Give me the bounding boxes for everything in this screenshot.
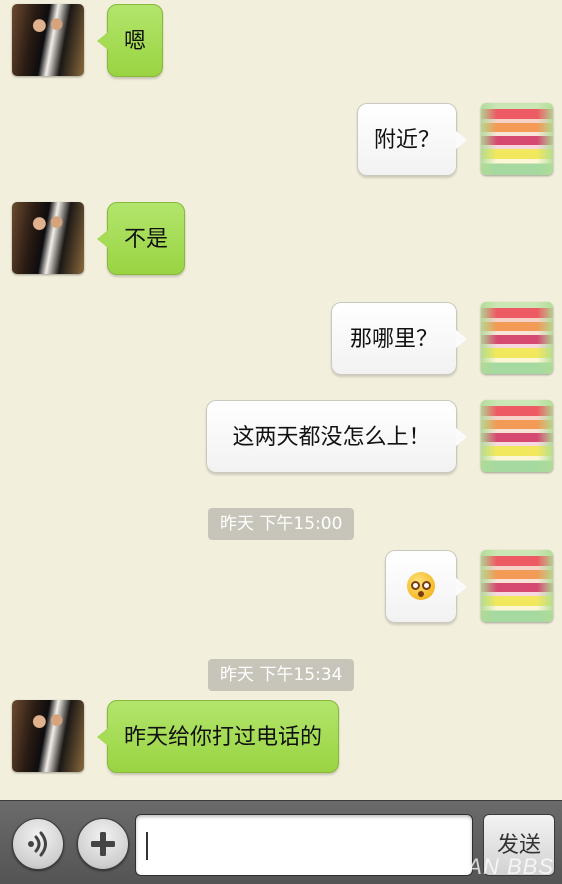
message-input[interactable] bbox=[135, 814, 473, 876]
message-text: 不是 bbox=[124, 227, 169, 252]
text-caret bbox=[146, 832, 148, 860]
voice-wave-icon bbox=[28, 831, 47, 857]
contact-avatar[interactable] bbox=[12, 700, 84, 772]
my-avatar[interactable] bbox=[481, 302, 553, 374]
received-message-bubble[interactable]: 昨天给你打过电话的 bbox=[96, 700, 340, 773]
contact-avatar[interactable] bbox=[12, 4, 84, 76]
send-button[interactable]: 发送 bbox=[483, 814, 555, 876]
timestamp-badge: 昨天 下午15:00 bbox=[208, 508, 355, 540]
chat-area[interactable]: 嗯 附近？ 不是 那哪里？ 这两天都没怎么上！ 昨天 下午15:00 昨天 下午… bbox=[0, 0, 562, 800]
sent-message-bubble[interactable] bbox=[385, 550, 467, 623]
surprised-face-emoji-icon bbox=[407, 572, 435, 600]
sent-message-bubble[interactable]: 那哪里？ bbox=[331, 302, 467, 375]
my-avatar[interactable] bbox=[481, 400, 553, 472]
timestamp-badge: 昨天 下午15:34 bbox=[208, 659, 355, 691]
add-attachment-button[interactable] bbox=[77, 818, 129, 870]
voice-mode-button[interactable] bbox=[12, 818, 64, 870]
input-toolbar: 发送 昆山论坛 KUNSHAN BBS bbox=[0, 800, 562, 884]
my-avatar[interactable] bbox=[481, 103, 553, 175]
my-avatar[interactable] bbox=[481, 550, 553, 622]
message-text: 那哪里？ bbox=[349, 327, 438, 352]
sent-message-bubble[interactable]: 附近？ bbox=[357, 103, 467, 176]
received-message-bubble[interactable]: 不是 bbox=[96, 202, 186, 275]
message-text: 嗯 bbox=[124, 29, 147, 54]
message-text: 附近？ bbox=[374, 128, 441, 153]
received-message-bubble[interactable]: 嗯 bbox=[96, 4, 164, 77]
plus-icon bbox=[91, 832, 115, 856]
message-text: 昨天给你打过电话的 bbox=[124, 725, 323, 750]
sent-message-bubble[interactable]: 这两天都没怎么上！ bbox=[206, 400, 467, 473]
contact-avatar[interactable] bbox=[12, 202, 84, 274]
message-text: 这两天都没怎么上！ bbox=[232, 425, 431, 450]
